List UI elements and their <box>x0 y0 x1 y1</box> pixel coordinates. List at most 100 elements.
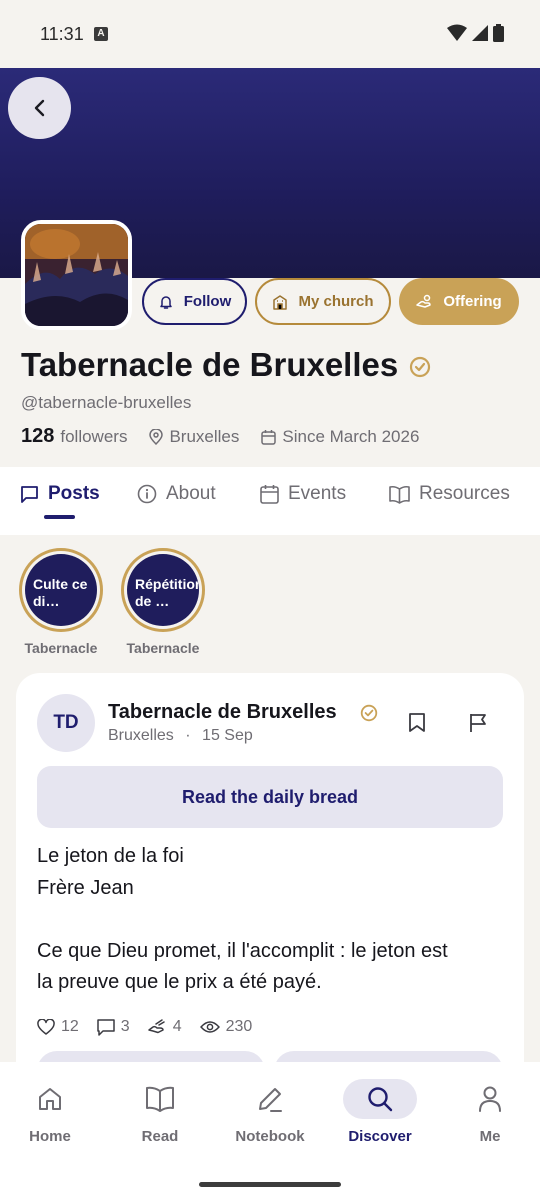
story-label: Tabernacle <box>24 640 98 656</box>
bell-icon <box>160 295 172 309</box>
wifi-icon <box>447 24 467 41</box>
nav-home[interactable]: Home <box>0 1079 105 1145</box>
signal-icon <box>472 25 488 41</box>
post-line: Frère Jean <box>37 876 134 899</box>
church-handle: @tabernacle-bruxelles <box>21 393 192 412</box>
likes-count: 12 <box>61 1018 79 1035</box>
nav-read[interactable]: Read <box>105 1079 215 1145</box>
follow-button[interactable]: Follow <box>142 278 247 325</box>
like-action[interactable]: 12 <box>37 1018 79 1036</box>
story-title: Culte ce di… <box>25 554 97 626</box>
comment-icon <box>97 1018 115 1036</box>
nav-label: Discover <box>348 1128 412 1145</box>
nav-notebook[interactable]: Notebook <box>215 1079 325 1145</box>
eye-icon <box>199 1021 220 1033</box>
my-church-label: My church <box>298 293 374 310</box>
story-ring: Répétition de … <box>121 548 205 632</box>
nav-icon-wrap <box>435 1079 540 1119</box>
story-title: Répétition de … <box>127 554 199 626</box>
nav-icon-wrap <box>0 1079 105 1119</box>
post-meta: Bruxelles · 15 Sep <box>108 727 253 745</box>
nav-icon-wrap <box>215 1079 325 1119</box>
read-daily-bread-button[interactable]: Read the daily bread <box>37 766 503 828</box>
since-text: Since March 2026 <box>282 426 420 446</box>
nav-discover[interactable]: Discover <box>325 1079 435 1145</box>
views-count: 230 <box>225 1018 253 1035</box>
church-building-icon <box>273 294 288 310</box>
profile-tabs: Posts About Events Resources <box>0 467 540 535</box>
tab-label: Events <box>288 483 347 504</box>
gesture-home-bar <box>199 1182 341 1187</box>
search-icon <box>368 1087 393 1112</box>
follow-label: Follow <box>183 293 232 310</box>
tab-label: Resources <box>419 483 510 504</box>
post-author[interactable]: Tabernacle de Bruxelles <box>108 701 337 724</box>
book-open-icon <box>389 485 410 504</box>
chat-bubble-icon <box>21 485 38 503</box>
church-stats: 128 followers Bruxelles Since March 2026 <box>21 425 419 448</box>
location-text: Bruxelles <box>169 426 240 446</box>
status-bar: 11:31 A <box>0 0 540 68</box>
views-stat: 230 <box>199 1018 253 1036</box>
author-avatar[interactable]: TD <box>37 694 95 752</box>
tab-about[interactable]: About <box>137 483 216 505</box>
offering-label: Offering <box>443 293 502 310</box>
followers-count: 128 <box>21 425 55 447</box>
comment-action[interactable]: 3 <box>97 1018 130 1036</box>
location-pin-icon <box>149 428 164 445</box>
post-card: TD Tabernacle de Bruxelles Bruxelles · 1… <box>16 673 524 1093</box>
story-ring: Culte ce di… <box>19 548 103 632</box>
post-location: Bruxelles <box>108 727 174 744</box>
active-tab-indicator <box>44 515 75 519</box>
church-avatar <box>21 220 132 330</box>
book-icon <box>146 1086 174 1112</box>
page-title: Tabernacle de Bruxelles <box>21 346 399 383</box>
nav-icon-wrap <box>105 1079 215 1119</box>
calendar-icon <box>261 429 277 445</box>
hand-offering-icon <box>147 1019 165 1034</box>
since-meta: Since March 2026 <box>261 427 419 447</box>
chevron-left-icon <box>34 99 44 117</box>
person-icon <box>479 1086 501 1112</box>
verified-badge-icon <box>409 356 431 378</box>
comments-count: 3 <box>120 1018 130 1035</box>
meta-separator: · <box>185 727 191 744</box>
nav-label: Home <box>29 1128 71 1145</box>
story-label: Tabernacle <box>126 640 200 656</box>
offerings-count: 4 <box>172 1018 182 1035</box>
post-line <box>37 904 507 936</box>
nav-icon-wrap <box>343 1079 417 1119</box>
post-line: Ce que Dieu promet, il l'accomplit : le … <box>37 939 448 962</box>
post-date: 15 Sep <box>202 727 253 744</box>
followers-label: followers <box>60 426 128 446</box>
pencil-icon <box>259 1088 282 1112</box>
hand-offering-icon <box>416 294 432 308</box>
tab-posts[interactable]: Posts <box>20 483 100 505</box>
location-meta: Bruxelles <box>149 427 239 447</box>
flag-icon[interactable] <box>469 712 488 733</box>
nav-label: Notebook <box>235 1128 305 1145</box>
back-button[interactable] <box>8 77 71 139</box>
tab-label: Posts <box>48 483 100 504</box>
calendar-icon <box>260 485 279 504</box>
offering-button[interactable]: Offering <box>399 278 519 325</box>
bottom-navigation: Home Read Notebook Discover Me <box>0 1062 540 1200</box>
info-icon <box>137 484 157 504</box>
system-icons <box>447 24 504 42</box>
tab-events[interactable]: Events <box>260 483 346 505</box>
story-item[interactable]: Répétition de … Tabernacle <box>121 548 205 656</box>
notification-icon: A <box>94 27 108 41</box>
offering-action[interactable]: 4 <box>147 1018 182 1036</box>
tab-resources[interactable]: Resources <box>389 483 510 505</box>
status-time: 11:31 <box>40 24 84 44</box>
nav-label: Read <box>141 1128 179 1145</box>
post-line: la preuve que le prix a été payé. <box>37 971 322 993</box>
verified-badge-icon <box>360 704 378 722</box>
home-icon <box>39 1088 61 1110</box>
story-item[interactable]: Culte ce di… Tabernacle <box>19 548 103 656</box>
nav-me[interactable]: Me <box>435 1079 540 1145</box>
post-line: Le jeton de la foi <box>37 845 184 867</box>
my-church-button[interactable]: My church <box>255 278 391 325</box>
worship-crowd-image <box>25 224 128 326</box>
bookmark-icon[interactable] <box>408 712 426 733</box>
